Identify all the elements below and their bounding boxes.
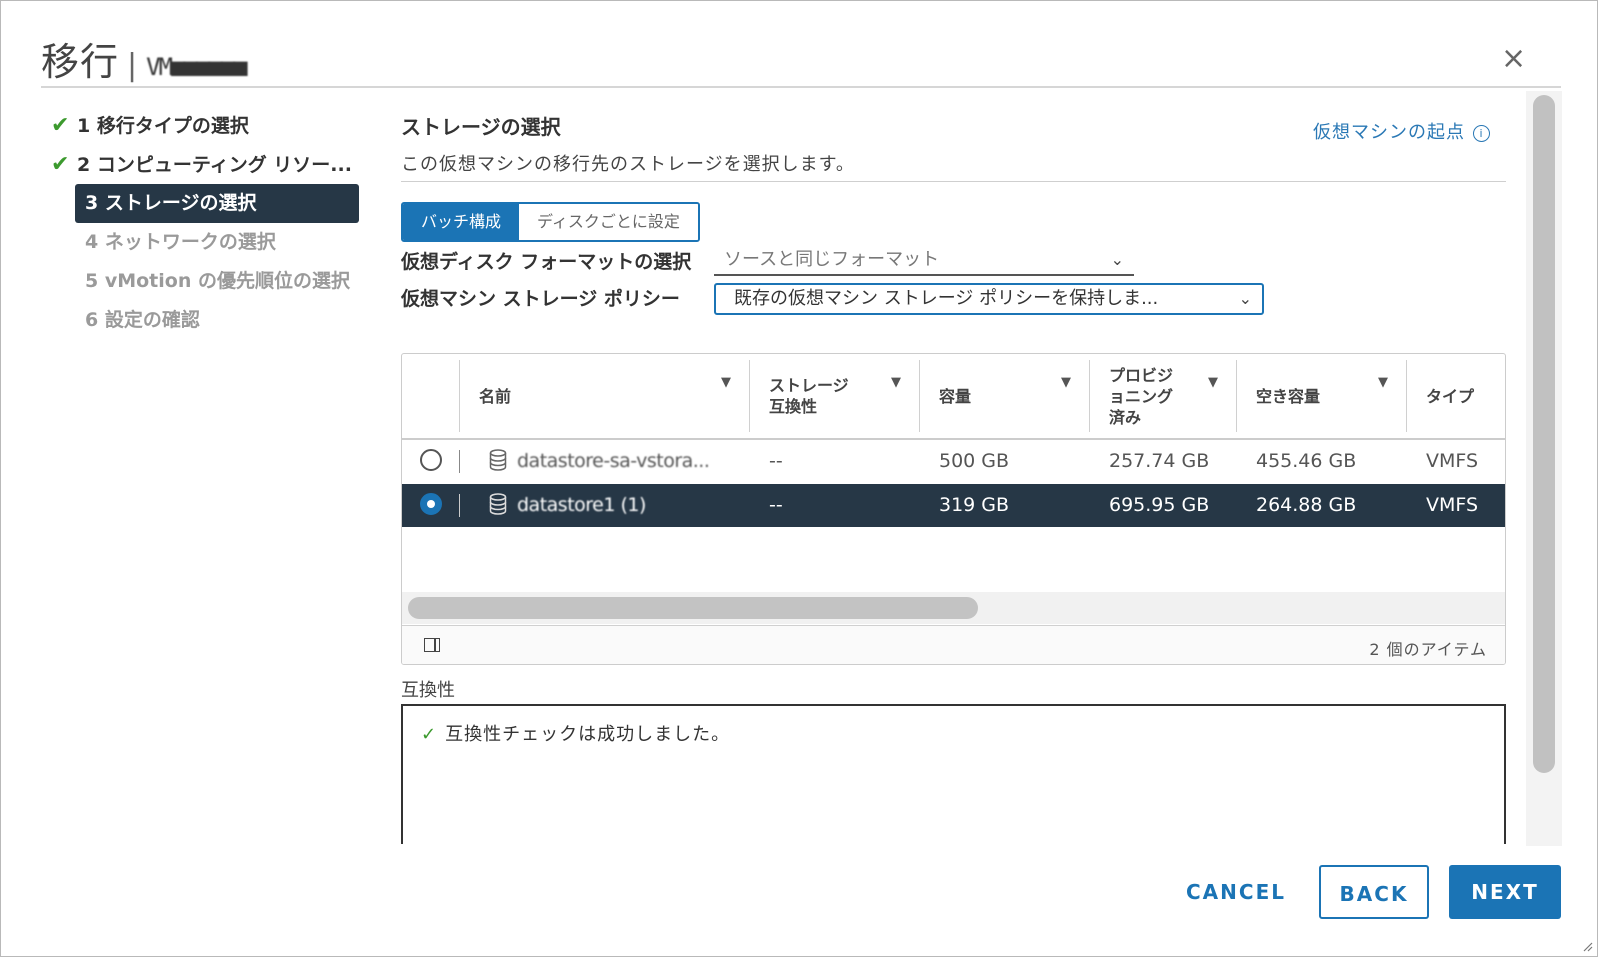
chevron-down-icon: ⌄ bbox=[1238, 289, 1252, 308]
step-label: 1 移行タイプの選択 bbox=[77, 115, 249, 137]
next-button[interactable]: NEXT bbox=[1449, 865, 1561, 919]
compat-message: ✓ 互換性チェックは成功しました。 bbox=[421, 720, 730, 746]
row-radio[interactable] bbox=[420, 449, 442, 471]
disk-format-value: ソースと同じフォーマット bbox=[724, 249, 940, 270]
compat-panel: ✓ 互換性チェックは成功しました。 bbox=[401, 704, 1506, 844]
column-toggle-icon[interactable] bbox=[424, 638, 440, 652]
page-subtitle: この仮想マシンの移行先のストレージを選択します。 bbox=[401, 154, 855, 175]
check-icon: ✔ bbox=[51, 152, 70, 177]
filter-icon[interactable]: ▼ bbox=[721, 372, 731, 393]
datastore-icon bbox=[489, 449, 507, 471]
grid-footer: 2 個のアイテム bbox=[402, 625, 1505, 664]
step-label: 6 設定の確認 bbox=[85, 309, 200, 331]
wizard-steps: ✔ 1 移行タイプの選択 ✔ 2 コンピューティング リソー... 3 ストレージの… bbox=[51, 106, 371, 340]
step-label: 3 ストレージの選択 bbox=[85, 192, 257, 214]
main-content: ストレージの選択 この仮想マシンの移行先のストレージを選択します。 仮想マシンの… bbox=[401, 106, 1506, 844]
title-separator: | bbox=[127, 48, 139, 83]
compat-label: 互換性 bbox=[401, 680, 455, 701]
table-row-selected[interactable]: datastore1 (1) -- 319 GB 695.95 GB 264.8… bbox=[402, 484, 1505, 527]
chevron-down-icon: ⌄ bbox=[1110, 250, 1124, 269]
cell-compat: -- bbox=[769, 450, 783, 472]
vm-origin-link[interactable]: 仮想マシンの起点 i bbox=[1313, 118, 1490, 144]
cancel-button[interactable]: CANCEL bbox=[1176, 865, 1296, 919]
tab-batch-config[interactable]: バッチ構成 bbox=[403, 204, 520, 240]
horizontal-scroll-thumb[interactable] bbox=[408, 597, 978, 619]
datastore-name: datastore1 (1) bbox=[517, 494, 646, 516]
row-radio-checked[interactable] bbox=[420, 493, 442, 515]
column-divider bbox=[459, 450, 460, 473]
filter-icon[interactable]: ▼ bbox=[1061, 372, 1071, 393]
step-5: 5 vMotion の優先順位の選択 bbox=[51, 262, 371, 301]
filter-icon[interactable]: ▼ bbox=[891, 372, 901, 393]
col-free[interactable]: 空き容量 ▼ bbox=[1236, 354, 1406, 438]
step-6: 6 設定の確認 bbox=[51, 301, 371, 340]
migrate-dialog: 移行 | VM■■■■■■ × ✔ 1 移行タイプの選択 ✔ 2 コンピューティング リ… bbox=[0, 0, 1598, 957]
datastore-name: datastore-sa-vstora... bbox=[517, 450, 710, 472]
cell-type: VMFS bbox=[1426, 450, 1479, 472]
col-capacity[interactable]: 容量 ▼ bbox=[919, 354, 1089, 438]
cell-free: 455.46 GB bbox=[1256, 450, 1357, 472]
cell-capacity: 500 GB bbox=[939, 450, 1010, 472]
vertical-scroll-thumb[interactable] bbox=[1533, 95, 1555, 773]
col-name[interactable]: 名前 ▼ bbox=[459, 354, 749, 438]
filter-icon[interactable]: ▼ bbox=[1208, 372, 1218, 393]
vertical-scrollbar[interactable] bbox=[1526, 91, 1562, 846]
disk-format-label: 仮想ディスク フォーマットの選択 bbox=[401, 251, 692, 273]
horizontal-scrollbar[interactable] bbox=[402, 592, 1505, 624]
datastore-icon bbox=[489, 493, 507, 515]
step-3[interactable]: 3 ストレージの選択 bbox=[75, 184, 359, 223]
vm-origin-label: 仮想マシンの起点 bbox=[1313, 122, 1465, 143]
dialog-title-text: 移行 bbox=[41, 40, 120, 84]
disk-format-select[interactable]: ソースと同じフォーマット ⌄ bbox=[714, 244, 1134, 276]
cell-free: 264.88 GB bbox=[1256, 494, 1357, 516]
storage-policy-select[interactable]: 既存の仮想マシン ストレージ ポリシーを保持しま... ⌄ bbox=[714, 283, 1264, 315]
item-count: 2 個のアイテム bbox=[1369, 640, 1487, 659]
step-4: 4 ネットワークの選択 bbox=[51, 223, 371, 262]
info-icon: i bbox=[1473, 125, 1490, 142]
step-2[interactable]: ✔ 2 コンピューティング リソー... bbox=[51, 145, 371, 184]
cell-capacity: 319 GB bbox=[939, 494, 1010, 516]
step-label: 5 vMotion の優先順位の選択 bbox=[85, 270, 350, 292]
col-provisioned-label: プロビジ ョニング 済み bbox=[1109, 365, 1174, 427]
cell-type: VMFS bbox=[1426, 494, 1479, 516]
col-compat-label: ストレージ 互換性 bbox=[769, 376, 849, 416]
storage-policy-label: 仮想マシン ストレージ ポリシー bbox=[401, 288, 680, 310]
close-icon[interactable]: × bbox=[1501, 41, 1526, 76]
back-button[interactable]: BACK bbox=[1319, 865, 1429, 919]
column-divider bbox=[459, 494, 460, 517]
filter-icon[interactable]: ▼ bbox=[1378, 372, 1388, 393]
title-divider bbox=[41, 86, 1561, 88]
grid-header: 名前 ▼ ストレージ 互換性 ▼ 容量 ▼ プロビジ ョニング 済み ▼ 空き容量 ▼ タ… bbox=[402, 354, 1505, 440]
resize-handle-icon[interactable] bbox=[1581, 940, 1593, 952]
step-label: 4 ネットワークの選択 bbox=[85, 231, 276, 253]
cell-name: datastore-sa-vstora... bbox=[489, 440, 739, 483]
col-storage-compat[interactable]: ストレージ 互換性 ▼ bbox=[749, 354, 919, 438]
tab-per-disk[interactable]: ディスクごとに設定 bbox=[519, 204, 698, 240]
col-type[interactable]: タイプ bbox=[1406, 354, 1505, 438]
table-row[interactable]: datastore-sa-vstora... -- 500 GB 257.74 … bbox=[402, 440, 1505, 483]
cell-provisioned: 257.74 GB bbox=[1109, 450, 1210, 472]
storage-policy-value: 既存の仮想マシン ストレージ ポリシーを保持しま... bbox=[734, 288, 1159, 309]
vm-name: VM■■■■■■ bbox=[146, 53, 248, 81]
step-1[interactable]: ✔ 1 移行タイプの選択 bbox=[51, 106, 371, 145]
col-capacity-label: 容量 bbox=[939, 386, 972, 406]
col-provisioned[interactable]: プロビジ ョニング 済み ▼ bbox=[1089, 354, 1236, 438]
cell-name: datastore1 (1) bbox=[489, 484, 739, 527]
compat-message-text: 互換性チェックは成功しました。 bbox=[445, 724, 731, 745]
col-free-label: 空き容量 bbox=[1256, 386, 1321, 406]
check-icon: ✔ bbox=[51, 113, 70, 138]
config-mode-toggle: バッチ構成 ディスクごとに設定 bbox=[401, 202, 700, 242]
header-divider bbox=[401, 181, 1506, 182]
dialog-title: 移行 | VM■■■■■■ bbox=[41, 31, 248, 86]
col-type-label: タイプ bbox=[1426, 386, 1475, 406]
datastore-grid: 名前 ▼ ストレージ 互換性 ▼ 容量 ▼ プロビジ ョニング 済み ▼ 空き容量 ▼ タ… bbox=[401, 353, 1506, 665]
cell-compat: -- bbox=[769, 494, 783, 516]
step-label: 2 コンピューティング リソー... bbox=[77, 154, 352, 176]
cell-provisioned: 695.95 GB bbox=[1109, 494, 1210, 516]
check-icon: ✓ bbox=[421, 724, 438, 745]
col-name-label: 名前 bbox=[479, 386, 512, 406]
